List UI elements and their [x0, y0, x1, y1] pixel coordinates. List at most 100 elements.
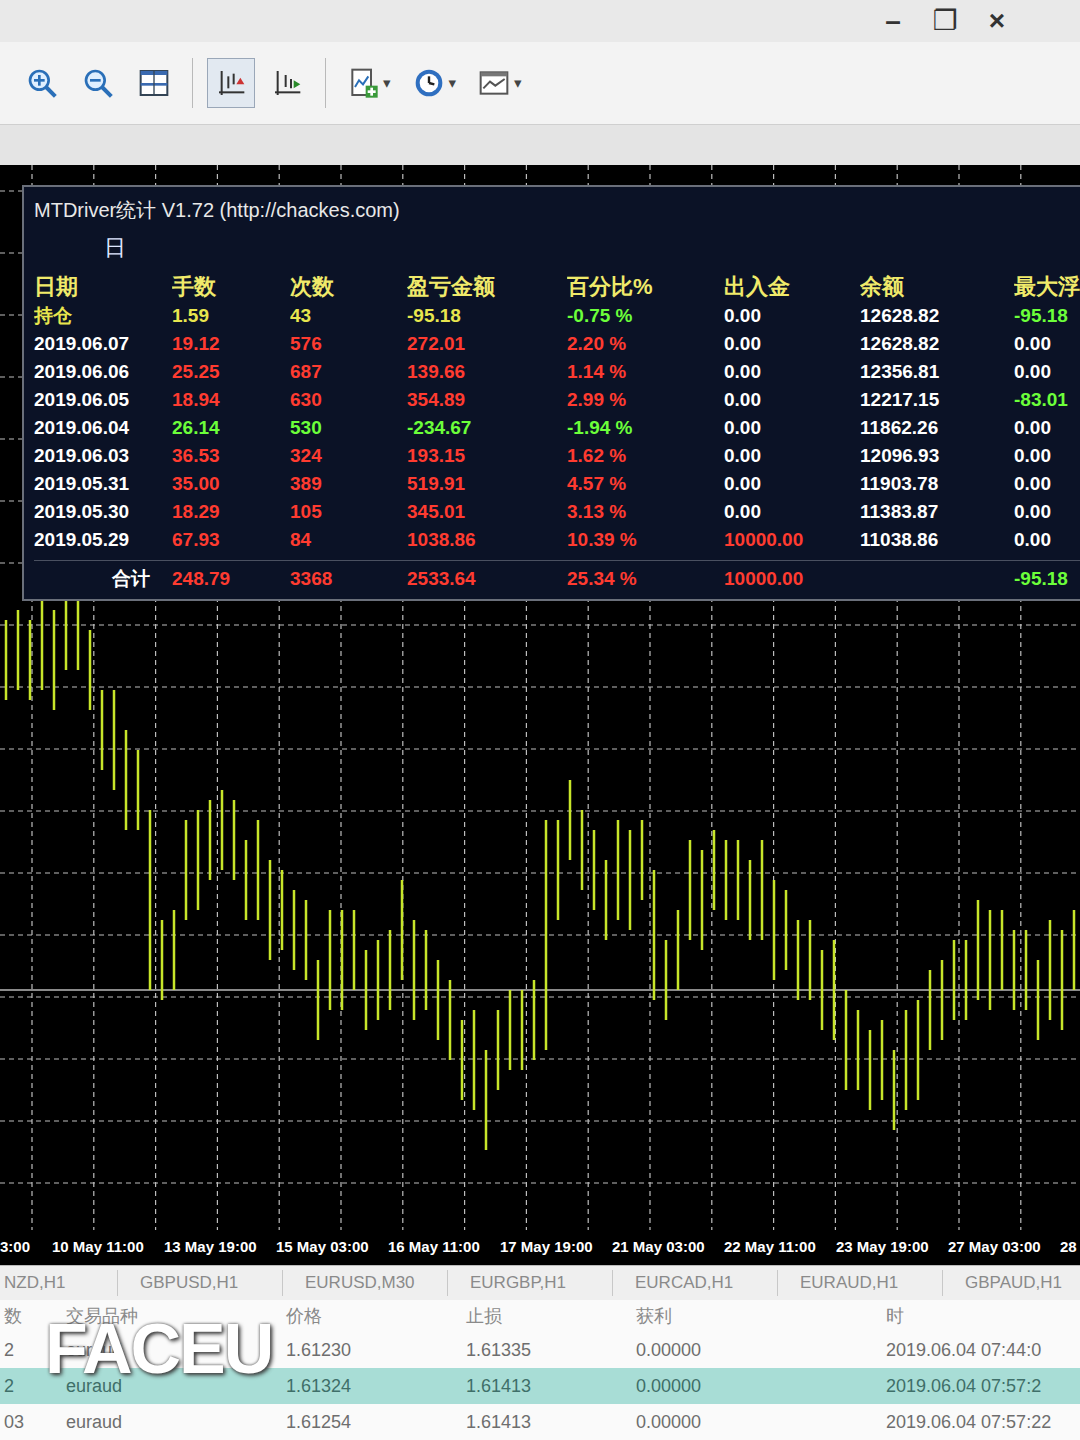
order-cell[interactable]: 1.61324: [260, 1368, 440, 1404]
order-cell[interactable]: 0.00000: [610, 1368, 860, 1404]
column-header: 余额: [860, 272, 1014, 302]
chart-shift-button[interactable]: [207, 58, 255, 108]
order-cell[interactable]: 2019.06.04 07:44:0: [860, 1332, 1080, 1368]
price-bar: [101, 690, 104, 770]
price-bar: [461, 1020, 464, 1100]
order-cell[interactable]: 1.61230: [260, 1332, 440, 1368]
stat-cell: 324: [290, 442, 407, 470]
price-bar: [833, 940, 836, 1040]
price-bar: [641, 820, 644, 900]
stat-cell: 530: [290, 414, 407, 442]
stat-cell: 3.13 %: [567, 498, 724, 526]
statistics-table: 日期手数次数盈亏金额百分比%出入金余额最大浮持仓1.5943-95.18-0.7…: [34, 272, 1080, 554]
stat-cell: 12356.81: [860, 358, 1014, 386]
tile-windows-button[interactable]: [130, 58, 178, 108]
stat-cell: 389: [290, 470, 407, 498]
price-bar: [29, 620, 32, 700]
close-button[interactable]: ×: [984, 7, 1010, 35]
toolbar-separator: [192, 58, 193, 108]
stat-cell: 1.62 %: [567, 442, 724, 470]
price-bar: [413, 920, 416, 1020]
price-bar: [593, 830, 596, 910]
stat-cell: 105: [290, 498, 407, 526]
chart-tab[interactable]: NZD,H1: [0, 1270, 118, 1296]
column-header: 盈亏金额: [407, 272, 567, 302]
stat-cell: 2019.05.30: [34, 498, 172, 526]
dropdown-arrow[interactable]: ▾: [514, 72, 522, 95]
stat-cell: 687: [290, 358, 407, 386]
order-cell[interactable]: euraud: [40, 1404, 260, 1440]
price-bar: [857, 1010, 860, 1090]
dropdown-arrow[interactable]: ▾: [449, 72, 457, 95]
order-cell[interactable]: 1.61254: [260, 1404, 440, 1440]
column-header: 时: [860, 1300, 1080, 1332]
price-bar: [149, 810, 152, 990]
zoom-in-button[interactable]: [18, 58, 66, 108]
column-header: 止损: [440, 1300, 610, 1332]
template-button[interactable]: ▾: [471, 58, 529, 108]
zoom-out-button[interactable]: [74, 58, 122, 108]
price-bar: [473, 1010, 476, 1110]
order-cell[interactable]: 2019.06.04 07:57:2: [860, 1368, 1080, 1404]
stat-cell: 2.20 %: [567, 330, 724, 358]
autoscroll-button[interactable]: [263, 58, 311, 108]
price-bar: [329, 910, 332, 1010]
price-bar: [269, 860, 272, 960]
order-cell[interactable]: 1.61413: [440, 1368, 610, 1404]
price-bar: [65, 590, 68, 670]
chart-tab[interactable]: GBPUSD,H1: [118, 1270, 283, 1296]
column-header: 获利: [610, 1300, 860, 1332]
order-cell[interactable]: 1.61335: [440, 1332, 610, 1368]
price-bar: [761, 840, 764, 940]
chart-tab[interactable]: EURGBP,H1: [448, 1270, 613, 1296]
minimize-button[interactable]: –: [880, 7, 906, 35]
price-bar: [1073, 910, 1076, 990]
time-label: 22 May 11:00: [724, 1236, 836, 1259]
order-cell[interactable]: 03: [0, 1404, 40, 1440]
column-header: 次数: [290, 272, 407, 302]
time-label: 10 May 11:00: [52, 1236, 164, 1259]
stat-cell: -83.01: [1014, 386, 1080, 414]
time-label: 17 May 19:00: [500, 1236, 612, 1259]
autoscroll-icon: [271, 67, 303, 99]
dropdown-arrow[interactable]: ▾: [383, 72, 391, 95]
column-header: 数: [0, 1300, 40, 1332]
order-cell[interactable]: 0.00000: [610, 1332, 860, 1368]
stat-cell: 0.00: [724, 498, 860, 526]
grid-line: [0, 1182, 1080, 1183]
price-bar: [689, 840, 692, 940]
price-bar: [881, 1020, 884, 1100]
price-bar: [5, 620, 8, 700]
stat-cell: 0.00: [724, 470, 860, 498]
price-bar: [989, 910, 992, 1010]
stat-cell: 2019.05.29: [34, 526, 172, 554]
stat-cell: 12217.15: [860, 386, 1014, 414]
period-tab[interactable]: 日: [34, 231, 1080, 264]
price-bar: [245, 840, 248, 920]
zoom-out-icon: [82, 67, 114, 99]
price-bar: [725, 840, 728, 920]
stat-cell: 272.01: [407, 330, 567, 358]
stat-cell: 0.00: [1014, 442, 1080, 470]
chart-tab[interactable]: EURAUD,H1: [778, 1270, 943, 1296]
order-cell[interactable]: 0.00000: [610, 1404, 860, 1440]
price-bar: [677, 910, 680, 990]
order-cell[interactable]: 2: [0, 1332, 40, 1368]
order-cell[interactable]: 1.61413: [440, 1404, 610, 1440]
add-indicator-button[interactable]: ▾: [340, 58, 398, 108]
periods-button[interactable]: ▾: [406, 58, 464, 108]
chart-tab[interactable]: EURUSD,M30: [283, 1270, 448, 1296]
stat-cell: 0.00: [724, 330, 860, 358]
price-bar: [305, 900, 308, 980]
chart-tab[interactable]: EURCAD,H1: [613, 1270, 778, 1296]
stat-cell: 2019.05.31: [34, 470, 172, 498]
stat-cell: -95.18: [407, 302, 567, 330]
price-bar: [1025, 930, 1028, 1010]
chart-tab[interactable]: GBPAUD,H1: [943, 1270, 1080, 1296]
order-cell[interactable]: 2019.06.04 07:57:22: [860, 1404, 1080, 1440]
chart-tabs: NZD,H1GBPUSD,H1EURUSD,M30EURGBP,H1EURCAD…: [0, 1265, 1080, 1300]
restore-button[interactable]: ❐: [932, 7, 958, 35]
stat-cell: 0.00: [724, 386, 860, 414]
stat-cell: 12096.93: [860, 442, 1014, 470]
order-cell[interactable]: 2: [0, 1368, 40, 1404]
